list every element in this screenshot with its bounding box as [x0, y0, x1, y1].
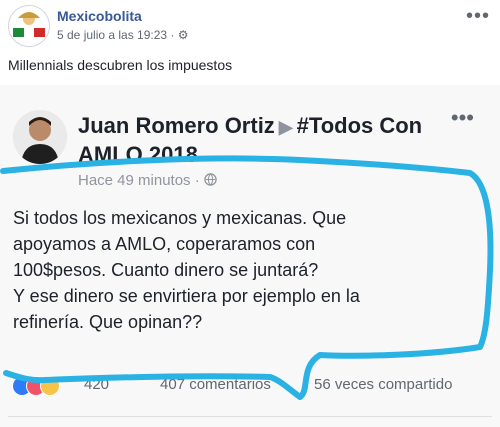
- post-text: Millennials descubren los impuestos: [8, 57, 233, 73]
- post-options-icon[interactable]: •••: [466, 5, 490, 28]
- shared-post-image[interactable]: Juan Romero Ortiz ▶ #Todos Con AMLO 2018 •…: [0, 85, 500, 427]
- post-date[interactable]: 5 de julio a las 19:23: [57, 28, 167, 42]
- page-avatar[interactable]: [8, 5, 50, 47]
- page-name[interactable]: Mexicobolita: [57, 8, 142, 24]
- post-meta: 5 de julio a las 19:23 · ⚙: [57, 28, 189, 42]
- highlight-annotation: [0, 155, 494, 400]
- gear-icon[interactable]: ⚙: [178, 28, 189, 42]
- meta-separator: ·: [170, 28, 178, 42]
- post-header: Mexicobolita 5 de julio a las 19:23 · ⚙ …: [0, 0, 500, 50]
